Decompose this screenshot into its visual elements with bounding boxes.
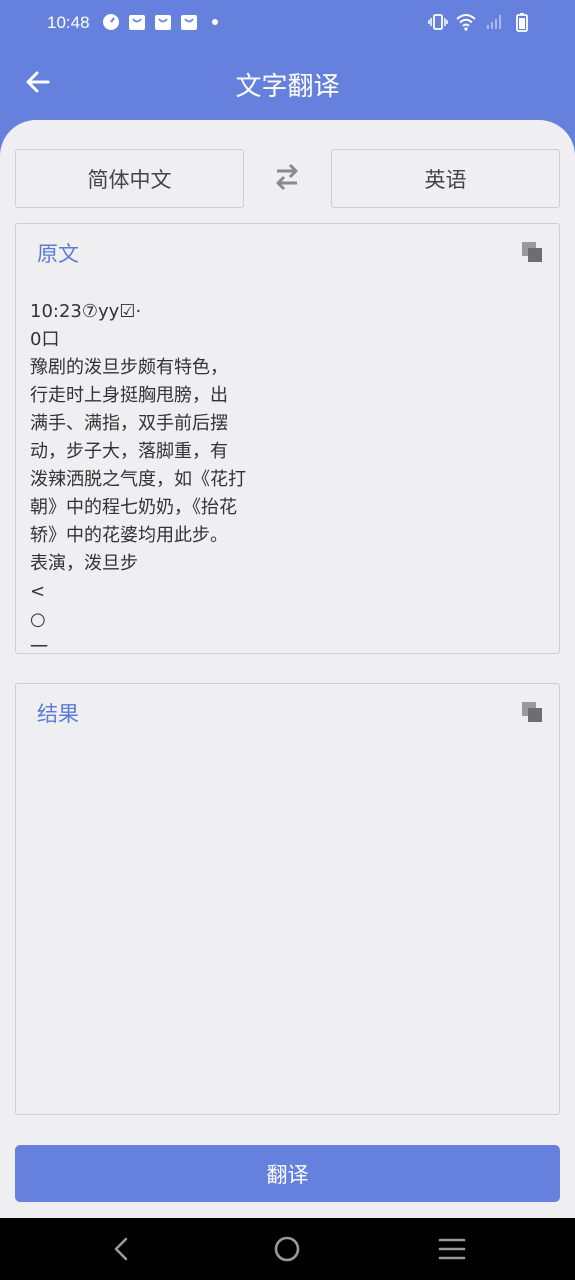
source-panel-title: 原文 xyxy=(37,242,79,266)
status-time: 10:48 xyxy=(47,13,90,32)
notification-icons xyxy=(101,12,225,32)
vibrate-icon xyxy=(428,12,448,32)
signal-icon xyxy=(484,12,504,32)
bag-icon xyxy=(179,12,199,32)
copy-icon xyxy=(522,702,542,722)
swap-languages-button[interactable] xyxy=(268,160,306,198)
nav-back-button[interactable] xyxy=(107,1234,137,1264)
nav-menu-icon xyxy=(438,1238,466,1260)
bag-icon xyxy=(153,12,173,32)
speedometer-icon xyxy=(101,12,121,32)
nav-back-icon xyxy=(114,1237,128,1261)
wifi-icon xyxy=(456,12,476,32)
app-bar: 文字翻译 xyxy=(0,48,575,120)
swap-icon xyxy=(271,161,303,197)
target-language-selector[interactable]: 英语 xyxy=(331,149,560,208)
translate-button[interactable]: 翻译 xyxy=(15,1145,560,1202)
source-text-area[interactable]: 10:23⑦yy☑· 0口 豫剧的泼旦步颇有特色， 行走时上身挺胸甩膀，出 满手… xyxy=(30,298,270,662)
source-language-selector[interactable]: 简体中文 xyxy=(15,149,244,208)
nav-menu-button[interactable] xyxy=(437,1234,467,1264)
result-panel-title: 结果 xyxy=(37,702,79,726)
system-icons xyxy=(428,12,532,32)
copy-source-button[interactable] xyxy=(521,241,543,263)
page-title: 文字翻译 xyxy=(235,72,340,102)
dot-icon xyxy=(205,12,225,32)
status-bar: 10:48 xyxy=(0,0,575,48)
source-panel: 原文 10:23⑦yy☑· 0口 豫剧的泼旦步颇有特色， 行走时上身挺胸甩膀，出… xyxy=(15,223,560,658)
bag-icon xyxy=(127,12,147,32)
copy-result-button[interactable] xyxy=(521,701,543,723)
nav-home-icon xyxy=(274,1236,300,1262)
battery-icon xyxy=(512,12,532,32)
navigation-bar xyxy=(0,1218,575,1280)
result-panel: 结果 xyxy=(15,683,560,1115)
copy-icon xyxy=(522,242,542,262)
nav-home-button[interactable] xyxy=(272,1234,302,1264)
